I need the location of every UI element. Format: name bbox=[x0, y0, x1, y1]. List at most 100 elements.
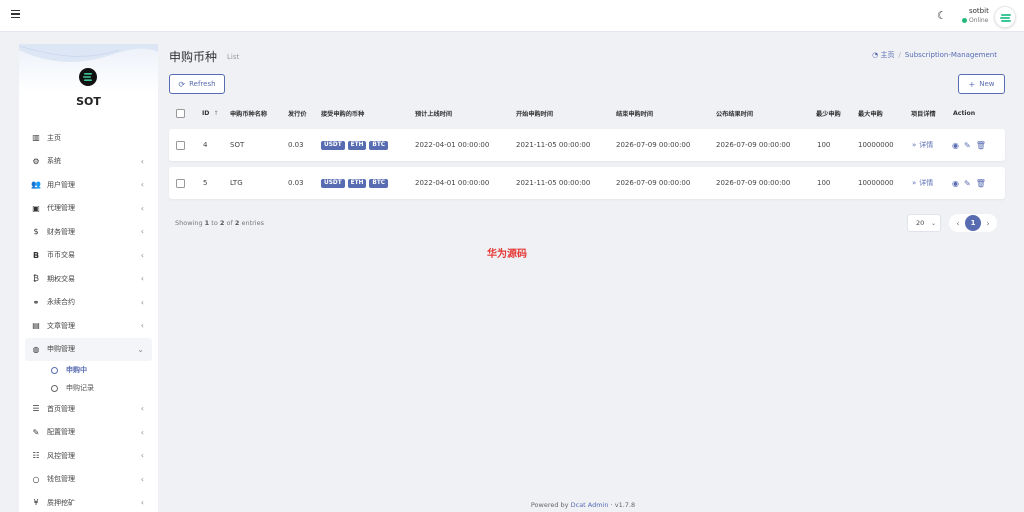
currency-tag: USDT bbox=[321, 140, 345, 150]
sidebar-item-risk[interactable]: ☷ 风控管理 ‹ bbox=[19, 444, 158, 468]
breadcrumb-current: Subscription-Management bbox=[904, 51, 997, 59]
chevron-down-icon: ⌄ bbox=[930, 220, 936, 227]
cell-start-time: 2021-11-05 00:00:00 bbox=[516, 179, 591, 187]
column-announce-time: 公布结果时间 bbox=[716, 110, 754, 118]
edit-pencil-icon[interactable]: ✎ bbox=[964, 141, 971, 150]
column-launch-time: 预计上线时间 bbox=[415, 110, 453, 118]
prev-page-button[interactable]: ‹ bbox=[953, 219, 963, 228]
dollar-icon: $ bbox=[33, 227, 39, 237]
cell-name: LTG bbox=[230, 179, 243, 187]
cell-currencies: USDT ETH BTC bbox=[321, 129, 391, 161]
chevron-down-icon: ⌄ bbox=[137, 344, 144, 354]
new-button[interactable]: + New bbox=[958, 74, 1005, 94]
row-actions: ◉ ✎ 🗑 bbox=[952, 167, 991, 199]
detail-link[interactable]: » 详情 bbox=[912, 167, 933, 199]
double-chevron-right-icon: » bbox=[912, 141, 917, 149]
sort-arrow-icon[interactable]: ↑ bbox=[213, 110, 218, 117]
sidebar-item-spot-trading[interactable]: B 币币交易 ‹ bbox=[19, 244, 158, 268]
edit-pencil-icon[interactable]: ✎ bbox=[964, 179, 971, 188]
link-icon: ⚭ bbox=[32, 297, 40, 307]
sidebar-item-homepage[interactable]: ☰ 首页管理 ‹ bbox=[19, 397, 158, 421]
row-checkbox[interactable] bbox=[176, 140, 185, 150]
cell-min: 100 bbox=[817, 179, 831, 187]
pagination: ‹ 1 › bbox=[949, 214, 997, 232]
bar-chart-icon: ▥ bbox=[32, 133, 40, 143]
breadcrumb-home[interactable]: 主页 bbox=[881, 51, 895, 59]
pagination-summary: Showing 1 to 2 of 2 entries bbox=[175, 219, 264, 227]
sidebar-item-wallet[interactable]: ○ 钱包管理 ‹ bbox=[19, 468, 158, 492]
table-row: 4 SOT 0.03 USDT ETH BTC 2022-04-01 00:00… bbox=[169, 129, 1005, 161]
cell-max: 10000000 bbox=[858, 179, 894, 187]
double-chevron-right-icon: » bbox=[912, 179, 917, 187]
view-eye-icon[interactable]: ◉ bbox=[952, 141, 959, 150]
sidebar-nav: ▥ 主页 ⚙ 系统 ‹ 👥 用户管理 ‹ ▣ 代理管理 ‹ $ 财务管理 ‹ B 币币交易 ‹ ₿ 期权… bbox=[19, 126, 158, 512]
sidebar-subitem-records[interactable]: 申购记录 bbox=[19, 379, 158, 397]
dark-mode-toggle-icon[interactable]: ☾ bbox=[937, 10, 947, 21]
plus-icon: + bbox=[968, 79, 976, 89]
gear-icon: ⚙ bbox=[32, 156, 40, 166]
wrench-icon: ✎ bbox=[32, 427, 40, 437]
sidebar-subitem-subscribing[interactable]: 申购中 bbox=[19, 361, 158, 379]
column-start-time: 开始申购时间 bbox=[516, 110, 554, 118]
list-icon: ☰ bbox=[32, 404, 40, 414]
per-page-select[interactable]: 20 ⌄ bbox=[907, 214, 941, 232]
select-all-checkbox[interactable] bbox=[176, 108, 185, 118]
brand-logo-icon bbox=[79, 68, 97, 86]
column-end-time: 结束申购时间 bbox=[616, 110, 654, 118]
users-icon: 👥 bbox=[31, 180, 41, 190]
view-eye-icon[interactable]: ◉ bbox=[952, 179, 959, 188]
breadcrumb: ◔ 主页 / Subscription-Management bbox=[872, 51, 997, 59]
cell-min: 100 bbox=[817, 141, 831, 149]
cell-end-time: 2026-07-09 00:00:00 bbox=[616, 141, 691, 149]
cell-id: 5 bbox=[203, 179, 208, 187]
sidebar-item-subscription[interactable]: ◍ 申购管理 ⌄ bbox=[25, 337, 152, 361]
delete-trash-icon[interactable]: 🗑 bbox=[976, 179, 986, 188]
menu-toggle-icon[interactable] bbox=[11, 10, 20, 18]
table-row: 5 LTG 0.03 USDT ETH BTC 2022-04-01 00:00… bbox=[169, 167, 1005, 199]
user-info[interactable]: sotbit Online bbox=[962, 7, 989, 24]
brand: SOT bbox=[19, 44, 158, 126]
column-currencies: 接受申购的币种 bbox=[321, 110, 365, 118]
column-price: 发行价 bbox=[288, 110, 307, 118]
refresh-button[interactable]: ⟳ Refresh bbox=[169, 74, 225, 94]
cell-id: 4 bbox=[203, 141, 208, 149]
dashboard-icon: ◔ bbox=[872, 51, 879, 59]
chevron-left-icon: ‹ bbox=[140, 297, 144, 307]
currency-tag: ETH bbox=[347, 178, 367, 188]
sidebar-item-finance[interactable]: $ 财务管理 ‹ bbox=[19, 220, 158, 244]
currency-tag: ETH bbox=[347, 140, 367, 150]
refresh-icon: ⟳ bbox=[178, 79, 186, 89]
currency-tag: BTC bbox=[369, 178, 389, 188]
column-id[interactable]: ID ↑ bbox=[202, 102, 219, 124]
column-action: Action bbox=[953, 109, 976, 117]
watermark-text: 华为源码 bbox=[487, 249, 527, 260]
next-page-button[interactable]: › bbox=[983, 219, 993, 228]
indent-icon: ☷ bbox=[32, 451, 40, 461]
sidebar-item-perpetual[interactable]: ⚭ 永续合约 ‹ bbox=[19, 291, 158, 315]
dcat-admin-link[interactable]: Dcat Admin bbox=[571, 501, 609, 509]
currency-tag: USDT bbox=[321, 178, 345, 188]
chevron-left-icon: ‹ bbox=[140, 404, 144, 413]
detail-link[interactable]: » 详情 bbox=[912, 129, 933, 161]
sidebar-item-home[interactable]: ▥ 主页 bbox=[19, 126, 158, 150]
sidebar-item-agents[interactable]: ▣ 代理管理 ‹ bbox=[19, 197, 158, 221]
cell-start-time: 2021-11-05 00:00:00 bbox=[516, 141, 591, 149]
row-checkbox[interactable] bbox=[176, 178, 185, 188]
delete-trash-icon[interactable]: 🗑 bbox=[976, 141, 986, 150]
sidebar-item-config[interactable]: ✎ 配置管理 ‹ bbox=[19, 421, 158, 445]
sidebar-item-users[interactable]: 👥 用户管理 ‹ bbox=[19, 173, 158, 197]
cell-currencies: USDT ETH BTC bbox=[321, 167, 391, 199]
sidebar-item-system[interactable]: ⚙ 系统 ‹ bbox=[19, 150, 158, 174]
cell-max: 10000000 bbox=[858, 141, 894, 149]
avatar[interactable] bbox=[994, 6, 1016, 28]
chevron-left-icon: ‹ bbox=[140, 474, 144, 484]
page-subtitle: List bbox=[227, 53, 240, 61]
sidebar-item-options-trading[interactable]: ₿ 期权交易 ‹ bbox=[19, 267, 158, 291]
page-button-current[interactable]: 1 bbox=[965, 215, 981, 231]
chevron-left-icon: ‹ bbox=[140, 156, 144, 166]
bitcoin-bold-icon: B bbox=[32, 250, 40, 260]
footer: Powered by Dcat Admin · v1.7.8 bbox=[530, 501, 636, 509]
chevron-left-icon: ‹ bbox=[140, 180, 144, 189]
row-actions: ◉ ✎ 🗑 bbox=[952, 129, 991, 161]
sidebar-item-articles[interactable]: ▤ 文章管理 ‹ bbox=[19, 314, 158, 338]
